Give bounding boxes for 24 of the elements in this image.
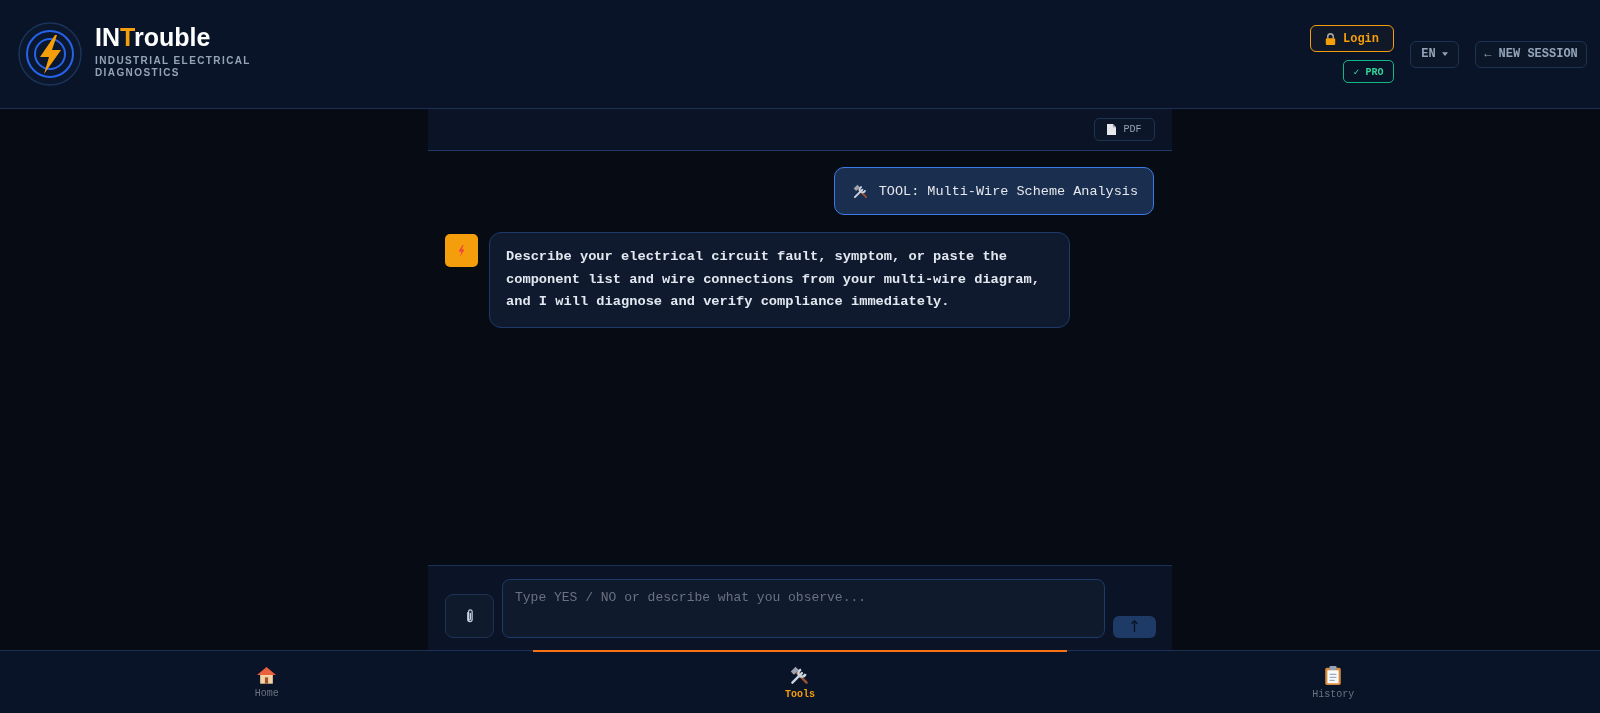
- brand-subtitle: INDUSTRIAL ELECTRICAL DIAGNOSTICS: [95, 55, 252, 79]
- nav-tab[interactable]: History: [1066, 650, 1600, 713]
- message-input[interactable]: Type YES / NO or describe what you observe...: [502, 579, 1105, 638]
- message-text: TOOL: Multi-Wire Scheme Analysis: [878, 183, 1138, 199]
- paperclip-icon: [465, 609, 474, 623]
- document-icon: [1107, 124, 1117, 135]
- tools-icon: [852, 183, 868, 199]
- nav-tab[interactable]: Home: [0, 650, 534, 713]
- lock-icon: [1325, 32, 1336, 45]
- language-button[interactable]: EN: [1410, 40, 1459, 68]
- nav-tab[interactable]: Tools: [533, 650, 1067, 713]
- bot-message-bubble: Describe your electrical circuit fault, symptom, or paste the component list and wire connections from your multi-wire diagram, and I will diagnose and verify compliance immediately.: [489, 232, 1070, 328]
- bot-avatar-icon: [445, 234, 478, 267]
- pro-badge: ✓ PRO: [1343, 60, 1394, 83]
- attach-button[interactable]: [445, 594, 494, 638]
- tools-icon: [790, 665, 810, 685]
- login-button[interactable]: Login: [1310, 25, 1394, 52]
- clipboard-icon: [1325, 665, 1342, 685]
- logo-icon: [18, 22, 82, 86]
- new-session-button[interactable]: ← NEW SESSION: [1475, 40, 1587, 68]
- caret-icon: [1441, 52, 1448, 56]
- brand-title: INTrouble: [95, 23, 212, 51]
- pdf-button[interactable]: PDF: [1094, 118, 1155, 141]
- home-icon: [257, 666, 277, 684]
